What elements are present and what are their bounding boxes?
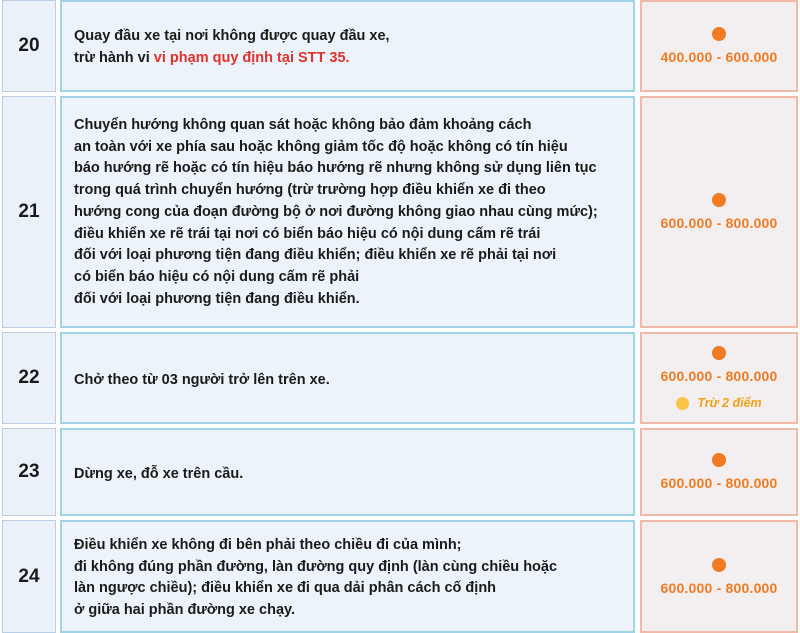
fine-cell: 600.000 - 800.000 Trừ 2 điểm [639,331,799,425]
row-number-cell: 23 [1,427,57,517]
fine-cell: 600.000 - 800.000 [639,427,799,517]
violation-line: trừ hành vi vi phạm quy định tại STT 35. [74,48,623,70]
row-number: 21 [18,201,40,222]
table-row: 24 Điều khiển xe không đi bên phải theo … [0,519,800,633]
violation-line: báo hướng rẽ hoặc có tín hiệu báo hướng … [74,160,597,177]
fine-amount: 600.000 - 800.000 [660,215,778,231]
violation-text: Chuyển hướng không quan sát hoặc không b… [74,115,623,310]
violation-line: đi không đúng phần đường, làn đường quy … [74,558,558,575]
violation-line: Quay đầu xe tại nơi không được quay đầu … [74,28,390,44]
violation-cell: Điều khiển xe không đi bên phải theo chi… [59,519,636,633]
row-number-cell: 24 [1,519,57,633]
violation-line: an toàn với xe phía sau hoặc không giảm … [74,138,568,155]
fine-cell: 600.000 - 800.000 [639,519,799,633]
violation-line: đối với loại phương tiện đang điều khiển… [74,290,360,307]
violation-line-prefix: trừ hành vi [74,49,154,66]
points-dot-icon [676,396,690,410]
violation-line: Dừng xe, đỗ xe trên cầu. [74,466,244,482]
violation-cell: Chở theo từ 03 người trở lên trên xe. [59,331,636,425]
violation-line: Chở theo từ 03 người trở lên trên xe. [74,372,330,388]
row-number: 22 [18,367,40,388]
points-deduction: Trừ 2 điểm [676,396,762,410]
row-number: 23 [18,461,40,482]
penalty-table: 20 Quay đầu xe tại nơi không được quay đ… [0,0,800,633]
violation-line: Điều khiển xe không đi bên phải theo chi… [74,537,462,553]
violation-text: Quay đầu xe tại nơi không được quay đầu … [74,26,623,69]
violation-line: trong quá trình chuyển hướng (trừ trường… [74,182,546,199]
violation-cell: Dừng xe, đỗ xe trên cầu. [59,427,636,517]
fine-dot-icon [712,27,726,41]
table-row: 21 Chuyển hướng không quan sát hoặc khôn… [0,95,800,329]
fine-amount: 600.000 - 800.000 [660,475,778,491]
fine-dot-icon [712,193,726,207]
row-number-cell: 20 [1,0,57,93]
fine-dot-icon [712,346,726,360]
violation-line: làn ngược chiều); điều khiển xe đi qua d… [74,580,497,597]
row-number: 24 [18,565,40,587]
fine-amount: 600.000 - 800.000 [660,368,778,384]
table-row: 20 Quay đầu xe tại nơi không được quay đ… [0,0,800,93]
fine-cell: 400.000 - 600.000 [639,0,799,93]
fine-dot-icon [712,453,726,467]
violation-line: hướng cong của đoạn đường bộ ở nơi đường… [74,203,598,220]
violation-line: có biển báo hiệu có nội dung cấm rẽ phải [74,268,360,285]
reference-link-text: vi phạm quy định tại STT 35. [153,49,350,66]
table-row: 23 Dừng xe, đỗ xe trên cầu. 600.000 - 80… [0,427,800,517]
fine-amount: 600.000 - 800.000 [660,579,778,596]
points-label: Trừ 2 điểm [697,396,762,410]
violation-cell: Chuyển hướng không quan sát hoặc không b… [59,95,636,329]
violation-text: Dừng xe, đỗ xe trên cầu. [74,464,623,486]
row-number: 20 [18,35,40,56]
fine-amount: 400.000 - 600.000 [660,49,778,65]
table-row: 22 Chở theo từ 03 người trở lên trên xe.… [0,331,800,425]
violation-line: đối với loại phương tiện đang điều khiển… [74,247,557,264]
violation-text: Điều khiển xe không đi bên phải theo chi… [74,535,623,622]
fine-dot-icon [712,557,726,572]
violation-text: Chở theo từ 03 người trở lên trên xe. [74,370,623,392]
violation-cell: Quay đầu xe tại nơi không được quay đầu … [59,0,636,93]
row-number-cell: 22 [1,331,57,425]
fine-cell: 600.000 - 800.000 [639,95,799,329]
violation-line: ở giữa hai phần đường xe chạy. [74,602,296,619]
violation-line: Chuyển hướng không quan sát hoặc không b… [74,117,532,133]
violation-line: điều khiển xe rẽ trái tại nơi có biển bá… [74,225,541,242]
row-number-cell: 21 [1,95,57,329]
